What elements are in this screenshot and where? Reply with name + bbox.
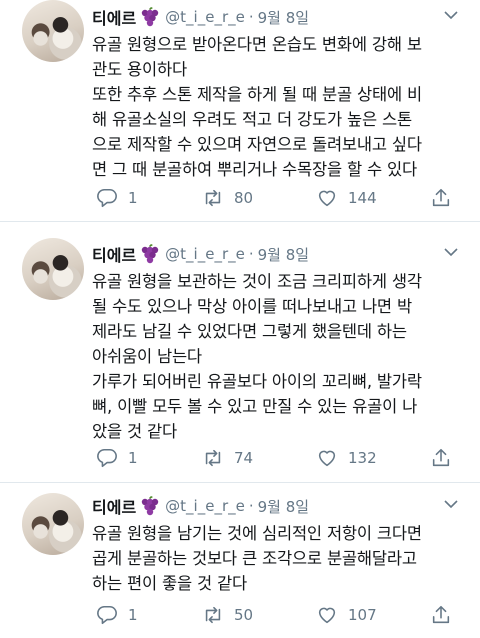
retweet-count: 80 — [234, 189, 254, 207]
separator-dot: · — [248, 497, 254, 515]
grape-icon — [141, 244, 159, 264]
tweet-content: 티에르 @t_i_e_r_e · 9월 8일 유골 원형으로 받아온다면 온습도… — [92, 6, 466, 182]
retweet-button[interactable]: 50 — [202, 603, 253, 627]
chevron-down-icon[interactable] — [444, 499, 458, 509]
reply-count: 1 — [128, 606, 138, 624]
tweet-text-line: 았을 것 같다 — [92, 422, 177, 441]
tweet-text: 유골 원형을 남기는 것에 심리적인 저항이 크다면 곱게 분골하는 것보다 큰… — [92, 521, 466, 596]
grape-icon — [141, 7, 159, 27]
like-count: 144 — [348, 189, 377, 207]
tweet-text-line: 뼈, 이빨 모두 볼 수 있고 만질 수 있는 유골이 나 — [92, 397, 418, 416]
user-handle[interactable]: @t_i_e_r_e — [165, 245, 245, 263]
like-count: 107 — [348, 606, 377, 624]
like-button[interactable]: 132 — [316, 446, 377, 470]
tweet-header: 티에르 @t_i_e_r_e · 9월 8일 — [92, 6, 466, 28]
display-name[interactable]: 티에르 — [92, 494, 136, 518]
timeline: 티에르 @t_i_e_r_e · 9월 8일 유골 원형으로 받아온다면 온습도… — [0, 0, 480, 638]
tweet-text-line: 유골 원형을 보관하는 것이 조금 크리피하게 생각 — [92, 272, 422, 291]
reply-icon — [97, 188, 117, 208]
share-icon — [432, 605, 450, 624]
share-button[interactable] — [430, 603, 452, 627]
share-button[interactable] — [430, 446, 452, 470]
heart-icon — [318, 450, 336, 467]
tweet-actions: 1 74 132 — [92, 446, 472, 470]
tweet-text-line: 곱게 분골하는 것보다 큰 조각으로 분골해달라고 — [92, 549, 417, 568]
tweet-actions: 1 50 107 — [92, 603, 472, 627]
user-handle[interactable]: @t_i_e_r_e — [165, 497, 245, 515]
tweet-content: 티에르 @t_i_e_r_e · 9월 8일 유골 원형을 남기는 것에 심리적… — [92, 495, 466, 596]
user-handle[interactable]: @t_i_e_r_e — [165, 8, 245, 26]
tweet-date[interactable]: 9월 8일 — [258, 244, 309, 265]
like-count: 132 — [348, 449, 377, 467]
tweet-text-line: 해 유골소실의 우려도 적고 더 강도가 높은 스톤 — [92, 110, 412, 129]
avatar[interactable] — [22, 493, 84, 555]
heart-icon — [318, 190, 336, 207]
share-icon — [432, 448, 450, 467]
separator-dot: · — [248, 245, 254, 263]
tweet-header: 티에르 @t_i_e_r_e · 9월 8일 — [92, 495, 466, 517]
tweet[interactable]: 티에르 @t_i_e_r_e · 9월 8일 유골 원형으로 받아온다면 온습도… — [0, 0, 480, 222]
retweet-icon — [205, 189, 221, 207]
tweet-date[interactable]: 9월 8일 — [258, 496, 309, 517]
tweet-date[interactable]: 9월 8일 — [258, 7, 309, 28]
tweet-text-line: 유골 원형을 남기는 것에 심리적인 저항이 크다면 — [92, 524, 422, 543]
reply-button[interactable]: 1 — [96, 603, 138, 627]
avatar[interactable] — [22, 0, 84, 62]
share-icon — [432, 188, 450, 207]
like-button[interactable]: 144 — [316, 186, 377, 210]
reply-icon — [97, 605, 117, 625]
avatar[interactable] — [22, 238, 84, 300]
retweet-button[interactable]: 74 — [202, 446, 253, 470]
tweet-text-line: 하는 편이 좋을 것 같다 — [92, 574, 247, 593]
retweet-button[interactable]: 80 — [202, 186, 253, 210]
reply-button[interactable]: 1 — [96, 446, 138, 470]
retweet-icon — [205, 449, 221, 467]
tweet-header: 티에르 @t_i_e_r_e · 9월 8일 — [92, 243, 466, 265]
tweet-text-line: 관도 용이하다 — [92, 60, 187, 79]
grape-icon — [141, 496, 159, 516]
tweet-text-line: 으로 제작할 수 있으며 자연으로 돌려보내고 싶다 — [92, 135, 422, 154]
separator-dot: · — [248, 8, 254, 26]
retweet-icon — [205, 606, 221, 624]
tweet-text-line: 아쉬움이 남는다 — [92, 347, 202, 366]
retweet-count: 74 — [234, 449, 254, 467]
tweet-actions: 1 80 144 — [92, 186, 472, 210]
tweet[interactable]: 티에르 @t_i_e_r_e · 9월 8일 유골 원형을 보관하는 것이 조금… — [0, 222, 480, 483]
tweet-text-line: 면 그 때 분골하여 뿌리거나 수목장을 할 수 있다 — [92, 160, 417, 179]
tweet-text: 유골 원형으로 받아온다면 온습도 변화에 강해 보 관도 용이하다 또한 추후… — [92, 32, 466, 182]
reply-count: 1 — [128, 449, 138, 467]
tweet-text: 유골 원형을 보관하는 것이 조금 크리피하게 생각 될 수도 있으나 막상 아… — [92, 269, 466, 444]
reply-button[interactable]: 1 — [96, 186, 138, 210]
tweet-text-line: 제라도 남길 수 있었다면 그렇게 했을텐데 하는 — [92, 322, 407, 341]
tweet-text-line: 유골 원형으로 받아온다면 온습도 변화에 강해 보 — [92, 35, 422, 54]
display-name[interactable]: 티에르 — [92, 5, 136, 29]
tweet[interactable]: 티에르 @t_i_e_r_e · 9월 8일 유골 원형을 남기는 것에 심리적… — [0, 483, 480, 638]
share-button[interactable] — [430, 186, 452, 210]
tweet-text-line: 될 수도 있으나 막상 아이를 떠나보내고 나면 박 — [92, 297, 412, 316]
like-button[interactable]: 107 — [316, 603, 377, 627]
tweet-text-line: 또한 추후 스톤 제작을 하게 될 때 분골 상태에 비 — [92, 85, 423, 104]
display-name[interactable]: 티에르 — [92, 242, 136, 266]
tweet-text-line: 가루가 되어버린 유골보다 아이의 꼬리뼈, 발가락 — [92, 372, 422, 391]
reply-icon — [97, 448, 117, 468]
chevron-down-icon[interactable] — [444, 247, 458, 257]
tweet-content: 티에르 @t_i_e_r_e · 9월 8일 유골 원형을 보관하는 것이 조금… — [92, 243, 466, 444]
reply-count: 1 — [128, 189, 138, 207]
retweet-count: 50 — [234, 606, 254, 624]
heart-icon — [318, 607, 336, 624]
chevron-down-icon[interactable] — [444, 10, 458, 20]
